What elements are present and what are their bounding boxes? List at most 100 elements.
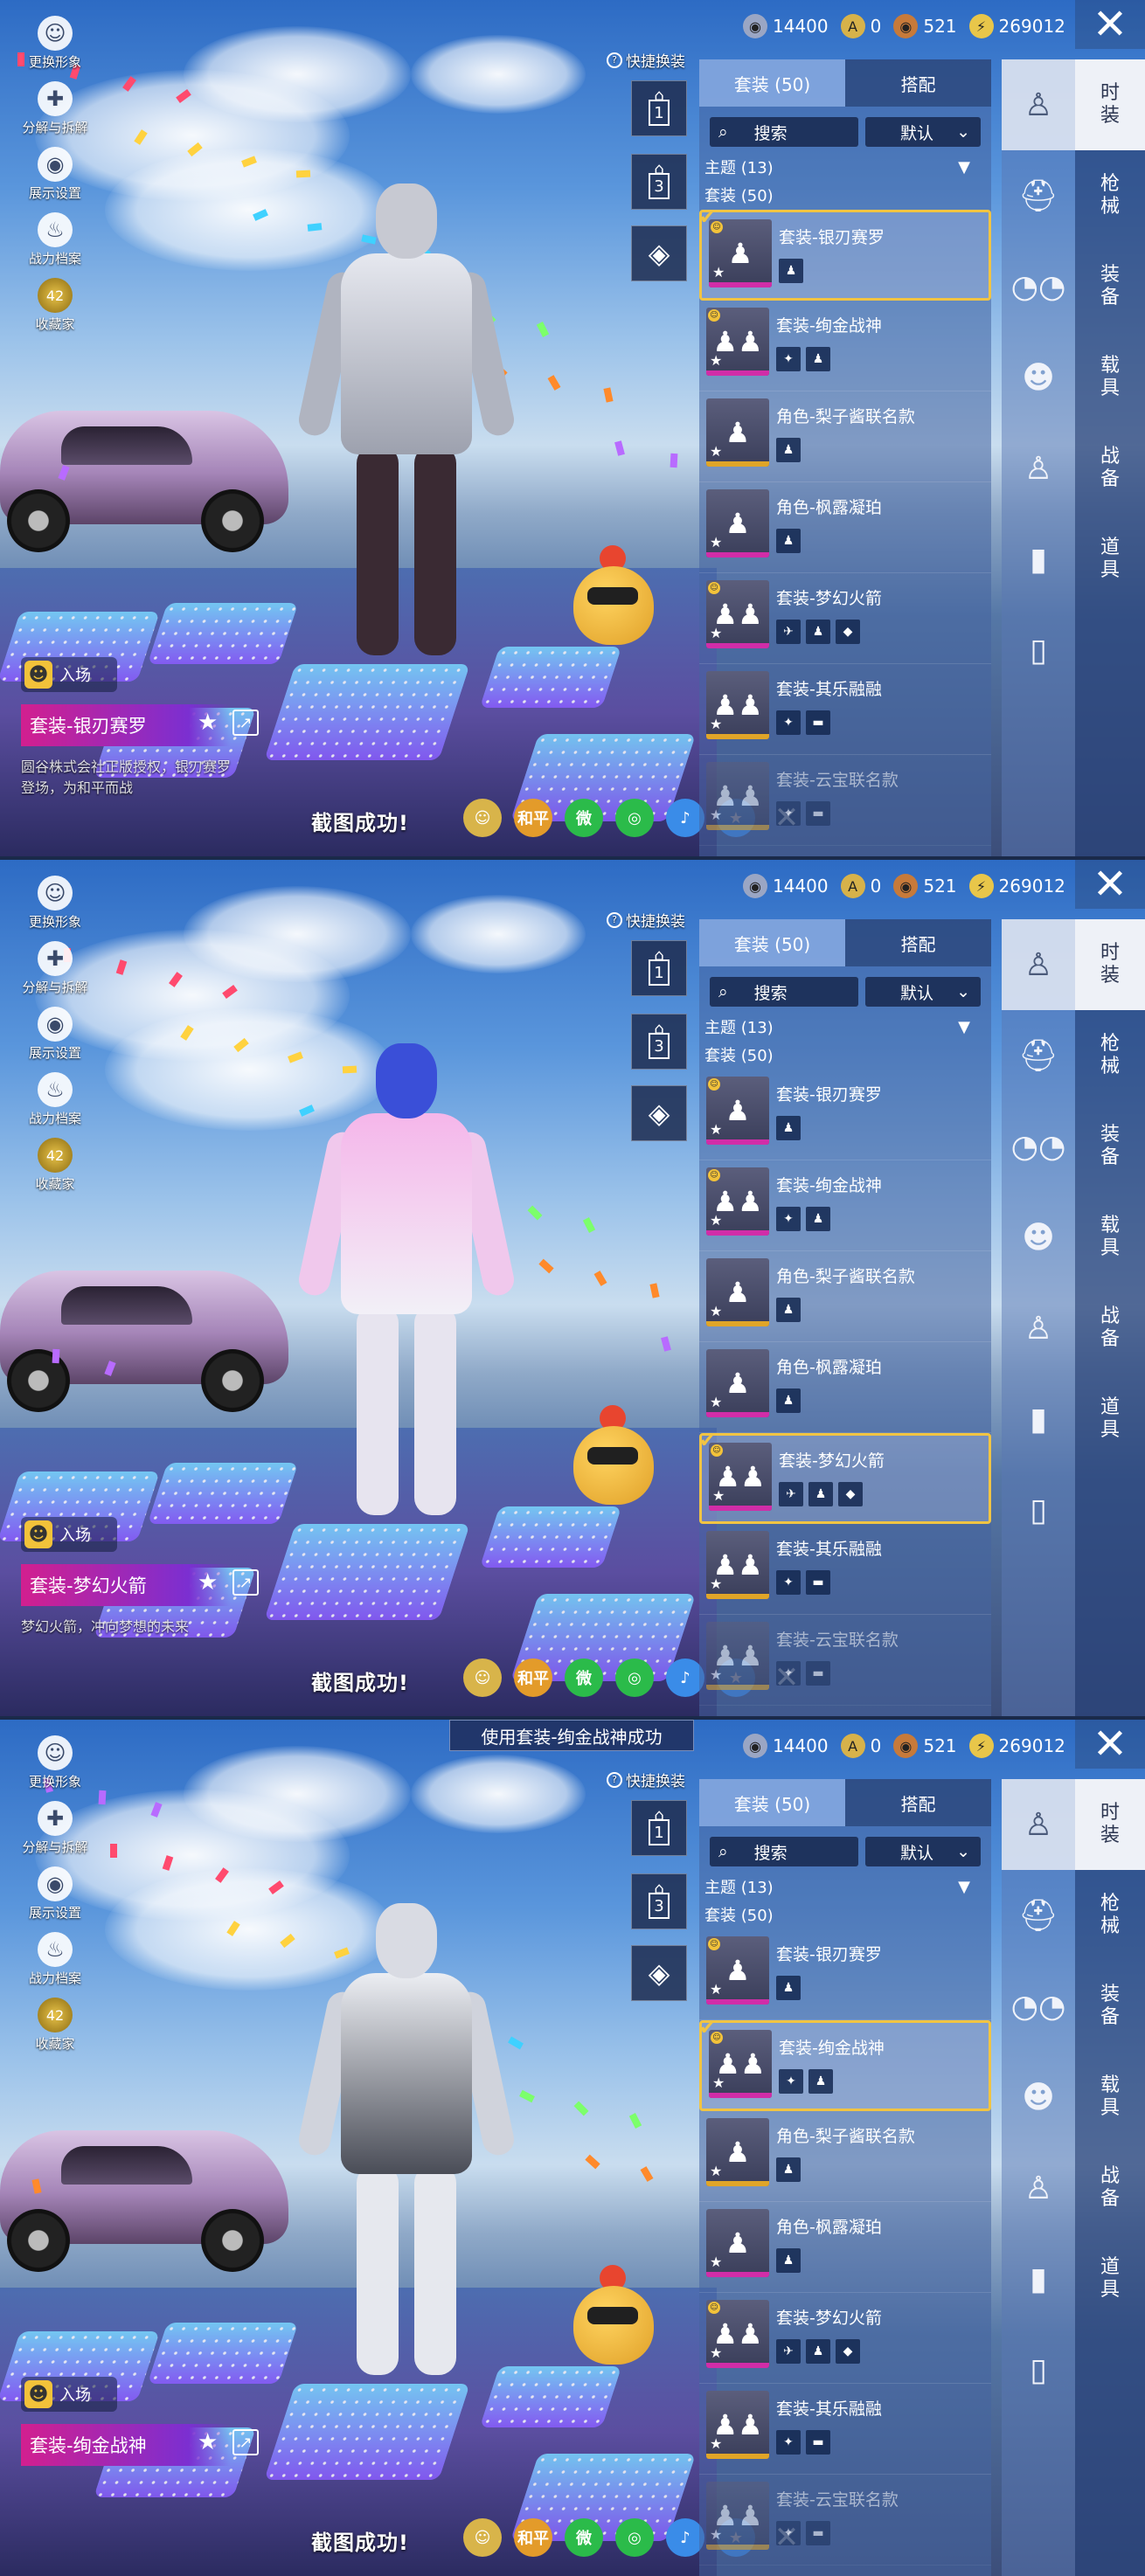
wechat-icon[interactable]: 微 xyxy=(565,2518,603,2557)
left-menu-item[interactable]: 42 收藏家 xyxy=(16,1998,94,2063)
sort-dropdown[interactable]: 默认 ⌄ xyxy=(865,977,981,1007)
outfit-list-item[interactable]: ♟ ★ 角色-枫露凝珀 ♟ xyxy=(699,2202,991,2293)
category-tab[interactable]: 道 具 xyxy=(1075,1374,1145,1465)
outfit-icon[interactable]: ♙ xyxy=(1002,1779,1075,1870)
category-tab[interactable]: 时 装 xyxy=(1075,1779,1145,1870)
left-menu-item[interactable]: ✚ 分解与拆解 xyxy=(16,1801,94,1866)
category-tab[interactable]: 装 备 xyxy=(1075,1961,1145,2052)
share-icon[interactable]: ↗ xyxy=(232,1569,259,1596)
mask-icon[interactable]: ☻ xyxy=(1002,1192,1075,1283)
outfit-list-item[interactable]: ♟ ★ 角色-梨子酱联名款 ♟ xyxy=(699,1251,991,1342)
category-tab[interactable]: 道 具 xyxy=(1075,2233,1145,2324)
preset-slot-2[interactable]: ⌂ 3 xyxy=(631,1873,687,1929)
peace-elite-share-icon[interactable]: 和平 xyxy=(514,799,552,837)
figure-icon[interactable]: ♙ xyxy=(1002,2143,1075,2233)
outfit-list-item[interactable]: ♟♟ ★ 套装-其乐融融 ✦ ▬ xyxy=(699,1524,991,1615)
category-tab[interactable]: 时 装 xyxy=(1075,59,1145,150)
glasses-icon[interactable]: ◔◔ xyxy=(1002,1101,1075,1192)
peace-elite-share-icon[interactable]: 和平 xyxy=(514,1658,552,1697)
mask-icon[interactable]: ☻ xyxy=(1002,332,1075,423)
outfit-list-item[interactable]: ♟♟ ★ 套装-其乐融融 ✦ ▬ xyxy=(699,2384,991,2475)
outfit-icon[interactable]: ♙ xyxy=(1002,59,1075,150)
outfit-list-item[interactable]: ♟ ★ 角色-梨子酱联名款 ♟ xyxy=(699,391,991,482)
category-tab[interactable]: 战 备 xyxy=(1075,423,1145,514)
outfit-list-item[interactable]: ♟♟ ★ 套装-云宝联名款 ✦ ▬ xyxy=(699,1615,991,1706)
category-tab[interactable]: 载 具 xyxy=(1075,332,1145,423)
category-tab[interactable]: 载 具 xyxy=(1075,1192,1145,1283)
pants-icon[interactable]: ▮ xyxy=(1002,2233,1075,2324)
left-menu-item[interactable]: ✚ 分解与拆解 xyxy=(16,81,94,147)
entrance-button[interactable]: ☻ 入场 xyxy=(21,2377,117,2412)
diamond-icon[interactable]: ◈ xyxy=(631,1085,687,1141)
outfit-list-item[interactable]: ☺ ♟♟ ★ 套装-绚金战神 ✦ ♟ xyxy=(699,301,991,391)
outfit-list-item[interactable]: ♟♟ ★ 套装-云宝联名款 ✦ ▬ xyxy=(699,2475,991,2566)
search-input[interactable]: ⌕ 搜索 xyxy=(710,1837,858,1866)
outfit-list-item[interactable]: ✔ ☺ ♟♟ ★ 套装-梦幻火箭 ✈ ♟ ◆ xyxy=(699,1430,991,1524)
diamond-icon[interactable]: ◈ xyxy=(631,1945,687,2001)
search-input[interactable]: ⌕ 搜索 xyxy=(710,977,858,1007)
tab-outfits[interactable]: 套装 (50) xyxy=(699,919,845,966)
entrance-button[interactable]: ☻ 入场 xyxy=(21,1517,117,1552)
tab-match[interactable]: 搭配 xyxy=(845,59,991,107)
category-tab[interactable]: 时 装 xyxy=(1075,919,1145,1010)
tab-outfits[interactable]: 套装 (50) xyxy=(699,1779,845,1826)
tab-match[interactable]: 搭配 xyxy=(845,1779,991,1826)
sort-dropdown[interactable]: 默认 ⌄ xyxy=(865,117,981,147)
left-menu-item[interactable]: ◉ 展示设置 xyxy=(16,1866,94,1932)
left-menu-item[interactable]: 42 收藏家 xyxy=(16,278,94,343)
category-tab[interactable]: 枪 械 xyxy=(1075,1870,1145,1961)
outfit-list-item[interactable]: ♟ ★ 角色-枫露凝珀 ♟ xyxy=(699,1342,991,1433)
close-button[interactable]: ✕ xyxy=(1075,0,1145,49)
left-menu-item[interactable]: ✚ 分解与拆解 xyxy=(16,941,94,1007)
preset-slot-1[interactable]: ⌂ 1 xyxy=(631,80,687,136)
moments-icon[interactable]: ◎ xyxy=(615,1658,654,1697)
moments-icon[interactable]: ◎ xyxy=(615,2518,654,2557)
left-menu-item[interactable]: ◉ 展示设置 xyxy=(16,147,94,212)
diamond-icon[interactable]: ◈ xyxy=(631,225,687,281)
figure-icon[interactable]: ♙ xyxy=(1002,1283,1075,1374)
shoes-icon[interactable]: ▯ xyxy=(1002,1465,1075,1555)
pants-icon[interactable]: ▮ xyxy=(1002,1374,1075,1465)
category-tab[interactable]: 战 备 xyxy=(1075,1283,1145,1374)
category-tab[interactable]: 载 具 xyxy=(1075,2052,1145,2143)
quick-swap[interactable]: ? 快捷换装 xyxy=(607,1769,685,1790)
outfit-list-item[interactable]: ♟♟ ★ 套装-云宝联名款 ✦ ▬ xyxy=(699,755,991,846)
star-icon[interactable]: ★ xyxy=(198,710,218,736)
star-icon[interactable]: ★ xyxy=(198,1569,218,1596)
left-menu-item[interactable]: ♨ 战力档案 xyxy=(16,212,94,278)
emoji-share-icon[interactable]: ☺ xyxy=(463,1658,502,1697)
tab-outfits[interactable]: 套装 (50) xyxy=(699,59,845,107)
wechat-icon[interactable]: 微 xyxy=(565,1658,603,1697)
outfit-list-item[interactable]: ☺ ♟ ★ 套装-银刃赛罗 ♟ xyxy=(699,1929,991,2020)
sort-dropdown[interactable]: 默认 ⌄ xyxy=(865,1837,981,1866)
peace-elite-share-icon[interactable]: 和平 xyxy=(514,2518,552,2557)
theme-filter[interactable]: 主题 (13) ▼ xyxy=(699,1866,991,1898)
wechat-icon[interactable]: 微 xyxy=(565,799,603,837)
emoji-share-icon[interactable]: ☺ xyxy=(463,2518,502,2557)
emoji-share-icon[interactable]: ☺ xyxy=(463,799,502,837)
moments-icon[interactable]: ◎ xyxy=(615,799,654,837)
quick-swap[interactable]: ? 快捷换装 xyxy=(607,49,685,71)
left-menu-item[interactable]: ♨ 战力档案 xyxy=(16,1932,94,1998)
outfit-list-item[interactable]: ☺ ♟ ★ 套装-银刃赛罗 ♟ xyxy=(699,1070,991,1160)
glasses-icon[interactable]: ◔◔ xyxy=(1002,1961,1075,2052)
preset-slot-1[interactable]: ⌂ 1 xyxy=(631,940,687,996)
helmet-icon[interactable]: ⛑ xyxy=(1002,1870,1075,1961)
outfit-list-item[interactable]: ✔ ☺ ♟♟ ★ 套装-绚金战神 ✦ ♟ xyxy=(699,2018,991,2111)
outfit-list-item[interactable]: ☺ ♟♟ ★ 套装-梦幻火箭 ✈ ♟ ◆ xyxy=(699,573,991,664)
search-input[interactable]: ⌕ 搜索 xyxy=(710,117,858,147)
tab-match[interactable]: 搭配 xyxy=(845,919,991,966)
left-menu-item[interactable]: ☺ 更换形象 xyxy=(16,876,94,941)
outfit-list-item[interactable]: ☺ ♟♟ ★ 套装-绚金战神 ✦ ♟ xyxy=(699,1160,991,1251)
category-tab[interactable]: 道 具 xyxy=(1075,514,1145,605)
figure-icon[interactable]: ♙ xyxy=(1002,423,1075,514)
outfit-list-item[interactable]: ♟♟ ★ 套装-其乐融融 ✦ ▬ xyxy=(699,664,991,755)
category-tab[interactable]: 枪 械 xyxy=(1075,1010,1145,1101)
left-menu-item[interactable]: ♨ 战力档案 xyxy=(16,1072,94,1138)
preset-slot-2[interactable]: ⌂ 3 xyxy=(631,154,687,210)
outfit-list-item[interactable]: ♟ ★ 角色-梨子酱联名款 ♟ xyxy=(699,2111,991,2202)
left-menu-item[interactable]: ☺ 更换形象 xyxy=(16,16,94,81)
entrance-button[interactable]: ☻ 入场 xyxy=(21,657,117,692)
mask-icon[interactable]: ☻ xyxy=(1002,2052,1075,2143)
helmet-icon[interactable]: ⛑ xyxy=(1002,150,1075,241)
